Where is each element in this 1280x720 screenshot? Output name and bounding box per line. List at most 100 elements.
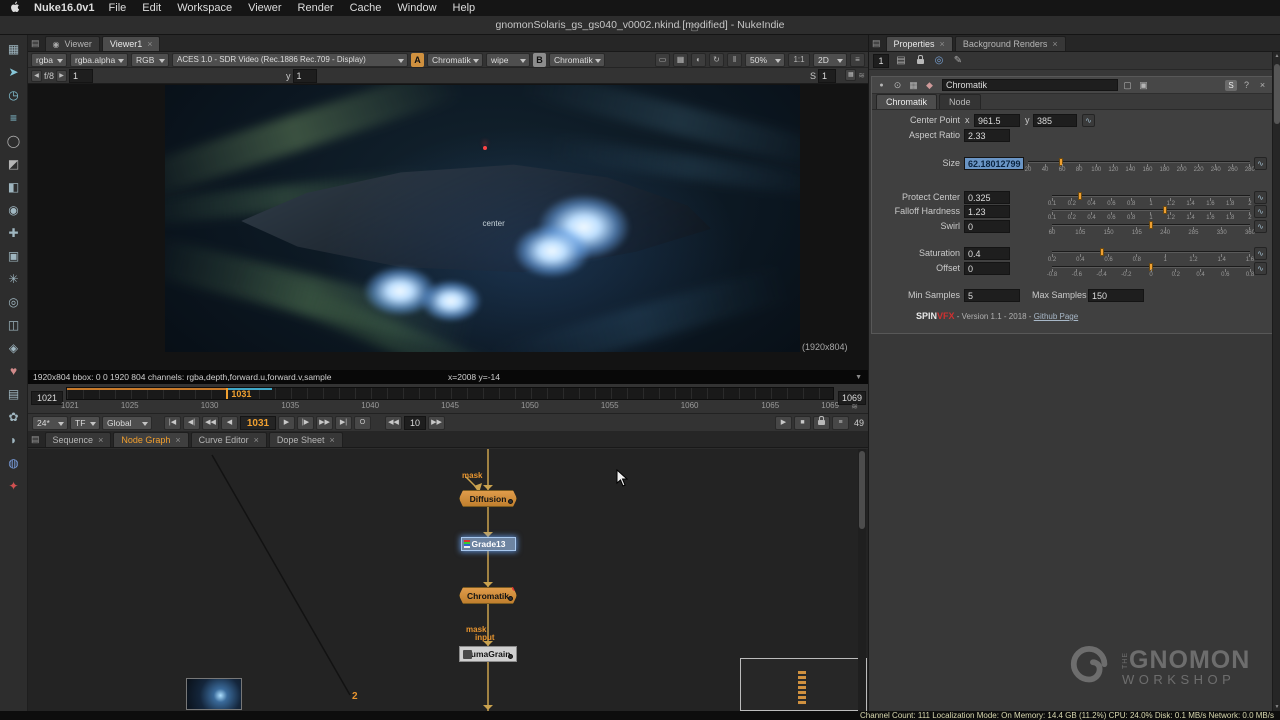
a-buffer-select[interactable]: Chromatik bbox=[427, 53, 483, 67]
size-slider[interactable]: 20406080100120140160180200220240260280 bbox=[1028, 157, 1250, 172]
zoom-handle-icon[interactable]: ≋ bbox=[858, 71, 865, 80]
tab-dope-sheet[interactable]: Dope Sheet× bbox=[269, 432, 343, 447]
gain-increase-button[interactable]: ▶ bbox=[56, 70, 67, 82]
menu-item[interactable]: Viewer bbox=[248, 2, 281, 14]
transport-button[interactable]: ◀◀ bbox=[202, 416, 219, 430]
offset-input[interactable]: 0 bbox=[964, 262, 1010, 275]
viewer-canvas[interactable]: center (1920x804) bbox=[28, 84, 868, 370]
close-icon[interactable]: × bbox=[175, 435, 180, 445]
help-button[interactable]: ? bbox=[1240, 78, 1253, 93]
b-buffer-select[interactable]: Chromatik bbox=[549, 53, 605, 67]
pane-menu-icon[interactable]: ▤ bbox=[872, 38, 881, 49]
gain-input[interactable]: 1 bbox=[69, 69, 93, 83]
channel-icon[interactable]: ≡ bbox=[4, 108, 24, 127]
close-icon[interactable]: × bbox=[940, 39, 945, 49]
fps-select[interactable]: 24* bbox=[32, 416, 68, 430]
center-point-y-input[interactable]: 385 bbox=[1033, 114, 1077, 127]
refresh-icon[interactable]: ↻ bbox=[709, 53, 724, 67]
pane-menu-icon[interactable]: ▤ bbox=[31, 434, 40, 445]
color-icon[interactable]: ◯ bbox=[4, 131, 24, 150]
float-panel-icon[interactable]: ▢ bbox=[1121, 78, 1134, 93]
gain-toggle-icon[interactable]: ◐ bbox=[691, 53, 706, 67]
min-samples-input[interactable]: 5 bbox=[964, 289, 1020, 302]
close-properties-button[interactable]: × bbox=[1256, 78, 1269, 93]
properties-scrollbar[interactable]: ▲ ▼ bbox=[1272, 52, 1280, 711]
info-dropdown-icon[interactable]: ▼ bbox=[855, 374, 862, 381]
menu-item[interactable]: Edit bbox=[142, 2, 161, 14]
channel-select[interactable]: rgba bbox=[31, 53, 67, 67]
draw-icon[interactable]: ➤ bbox=[4, 62, 24, 81]
transport-button[interactable]: |▶ bbox=[297, 416, 314, 430]
tab-viewer[interactable]: ◉ Viewer bbox=[45, 36, 100, 51]
animation-curve-icon[interactable]: ∿ bbox=[1082, 114, 1095, 127]
size-input[interactable]: 62.18012799 bbox=[964, 157, 1024, 170]
offset-slider[interactable]: -0.8-0.6-0.4-0.200.20.40.60.8 bbox=[1052, 262, 1250, 277]
frame-increment-input[interactable]: 10 bbox=[404, 416, 426, 430]
minimize-icon[interactable]: − bbox=[676, 18, 681, 36]
transport-button[interactable]: ▶ bbox=[278, 416, 295, 430]
frame-decrement-button[interactable]: ◀◀ bbox=[385, 416, 402, 430]
node-grade13[interactable]: Grade13 bbox=[461, 537, 516, 551]
channels-icon[interactable]: ▦ bbox=[907, 78, 920, 93]
pause-icon[interactable]: ‖ bbox=[727, 53, 742, 67]
lock-panels-icon[interactable] bbox=[913, 54, 927, 68]
wipe-mode-select[interactable]: wipe bbox=[486, 53, 530, 67]
gain-decrease-button[interactable]: ◀ bbox=[31, 70, 42, 82]
frame-ruler[interactable]: 1031 bbox=[66, 387, 834, 400]
animation-curve-icon[interactable]: ∿ bbox=[1254, 205, 1267, 218]
falloff-hardness-input[interactable]: 1.23 bbox=[964, 205, 1010, 218]
edit-icon[interactable]: ✎ bbox=[951, 54, 965, 68]
falloff-hardness-slider[interactable]: 0.10.20.40.60.811.21.41.61.82 bbox=[1052, 205, 1250, 220]
current-frame-display[interactable]: 1031 bbox=[240, 416, 276, 430]
mask-icon[interactable]: ◆ bbox=[923, 78, 936, 93]
node-name-input[interactable]: Chromatik bbox=[942, 79, 1118, 91]
close-icon[interactable]: × bbox=[1052, 39, 1057, 49]
node-graph-canvas[interactable]: mask Diffusion Grade13 Chromatik mask in… bbox=[28, 449, 868, 711]
swirl-input[interactable]: 0 bbox=[964, 220, 1010, 233]
3d-icon[interactable]: ▣ bbox=[4, 246, 24, 265]
animation-curve-icon[interactable]: ∿ bbox=[1254, 247, 1267, 260]
image-icon[interactable]: ▦ bbox=[4, 39, 24, 58]
transport-button[interactable]: ◀ bbox=[221, 416, 238, 430]
tab-node[interactable]: Node bbox=[939, 94, 981, 109]
stop-button[interactable]: ■ bbox=[794, 416, 811, 430]
views-icon[interactable]: ◫ bbox=[4, 315, 24, 334]
node-chromatik[interactable]: Chromatik bbox=[459, 587, 517, 604]
focus-icon[interactable]: ◎ bbox=[932, 54, 946, 68]
scrollbar-thumb[interactable] bbox=[859, 451, 865, 529]
menu-item[interactable]: Render bbox=[298, 2, 334, 14]
transport-button[interactable]: ◀| bbox=[183, 416, 200, 430]
plugins-icon[interactable]: ✦ bbox=[4, 476, 24, 495]
swirl-slider[interactable]: 60105150195240285330360 bbox=[1052, 220, 1250, 235]
close-icon[interactable]: × bbox=[147, 39, 152, 49]
paint-icon[interactable]: ♥ bbox=[4, 361, 24, 380]
viewer-menu-icon[interactable]: ≡ bbox=[850, 53, 865, 67]
time-icon[interactable]: ◷ bbox=[4, 85, 24, 104]
timeline-mode-select[interactable]: TF bbox=[70, 416, 100, 430]
tab-node-graph[interactable]: Node Graph× bbox=[113, 432, 188, 447]
center-point-overlay[interactable]: center bbox=[483, 219, 505, 228]
range-start-input[interactable]: 1021 bbox=[31, 391, 63, 405]
close-icon[interactable]: × bbox=[98, 435, 103, 445]
tab-sequence[interactable]: Sequence× bbox=[45, 432, 112, 447]
pane-menu-icon[interactable]: ▤ bbox=[31, 38, 40, 49]
saturation-input[interactable]: 0.4 bbox=[964, 247, 1010, 260]
proxy-toggle[interactable]: 1:1 bbox=[788, 53, 810, 67]
display-channel-select[interactable]: RGB bbox=[131, 53, 169, 67]
b-buffer-badge[interactable]: B bbox=[533, 53, 546, 67]
tab-curve-editor[interactable]: Curve Editor× bbox=[191, 432, 267, 447]
menu-item[interactable]: Workspace bbox=[177, 2, 232, 14]
droplet-icon[interactable]: ◗ bbox=[4, 430, 24, 449]
roi-icon[interactable]: ▭ bbox=[655, 53, 670, 67]
animation-curve-icon[interactable]: ∿ bbox=[1254, 220, 1267, 233]
frame-increment-button[interactable]: ▶▶ bbox=[428, 416, 445, 430]
center-point-x-input[interactable]: 961.5 bbox=[974, 114, 1020, 127]
app-menu[interactable]: Nuke16.0v1 bbox=[34, 2, 95, 14]
ocula-icon[interactable]: ◍ bbox=[4, 453, 24, 472]
keyer-icon[interactable]: ◧ bbox=[4, 177, 24, 196]
metadata-icon[interactable]: ◈ bbox=[4, 338, 24, 357]
playback-render-button[interactable]: ▶ bbox=[775, 416, 792, 430]
transport-button[interactable]: ▶▶ bbox=[316, 416, 333, 430]
node-diffusion[interactable]: Diffusion bbox=[459, 490, 517, 507]
scrollbar-thumb[interactable] bbox=[1274, 64, 1280, 124]
